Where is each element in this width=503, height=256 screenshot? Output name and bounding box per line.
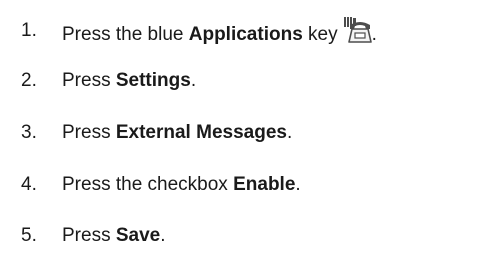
- step-text-bold: Settings: [115, 70, 191, 91]
- step-text: Press Save.: [62, 221, 166, 251]
- step-text-plain: Press the blue: [62, 24, 189, 45]
- step-4: 4. Press the checkbox Enable.: [0, 170, 503, 200]
- step-text: Press Settings.: [62, 66, 196, 96]
- step-number: 4.: [21, 174, 37, 195]
- applications-key-icon: [343, 17, 372, 43]
- step-text-end: .: [160, 225, 166, 246]
- step-3: 3. Press External Messages.: [0, 118, 503, 148]
- step-text-plain: Press: [62, 122, 116, 143]
- step-text-bold: Enable: [233, 174, 296, 195]
- step-text-bold: Applications: [188, 24, 303, 45]
- step-text: Press the blue Applications key .: [62, 16, 377, 50]
- step-5: 5. Press Save.: [0, 221, 503, 251]
- step-text: Press External Messages.: [62, 118, 292, 148]
- step-text: Press the checkbox Enable.: [62, 170, 301, 200]
- step-text-plain-after: key: [302, 24, 338, 45]
- step-text-end: .: [286, 122, 293, 143]
- step-number: 3.: [21, 122, 37, 143]
- step-number: 5.: [21, 225, 37, 246]
- step-text-end: .: [190, 70, 197, 91]
- step-2: 2. Press Settings.: [0, 66, 503, 96]
- step-number: 1.: [21, 20, 37, 41]
- step-text-bold: Save: [115, 225, 161, 246]
- step-text-plain: Press: [62, 225, 116, 246]
- step-number: 2.: [21, 70, 37, 91]
- step-1: 1. Press the blue Applications key .: [0, 16, 503, 46]
- step-text-plain: Press: [62, 70, 116, 91]
- step-text-end: .: [371, 24, 377, 45]
- step-text-plain: Press the checkbox: [62, 174, 234, 195]
- step-text-bold: External Messages: [115, 122, 287, 143]
- step-text-end: .: [295, 174, 301, 195]
